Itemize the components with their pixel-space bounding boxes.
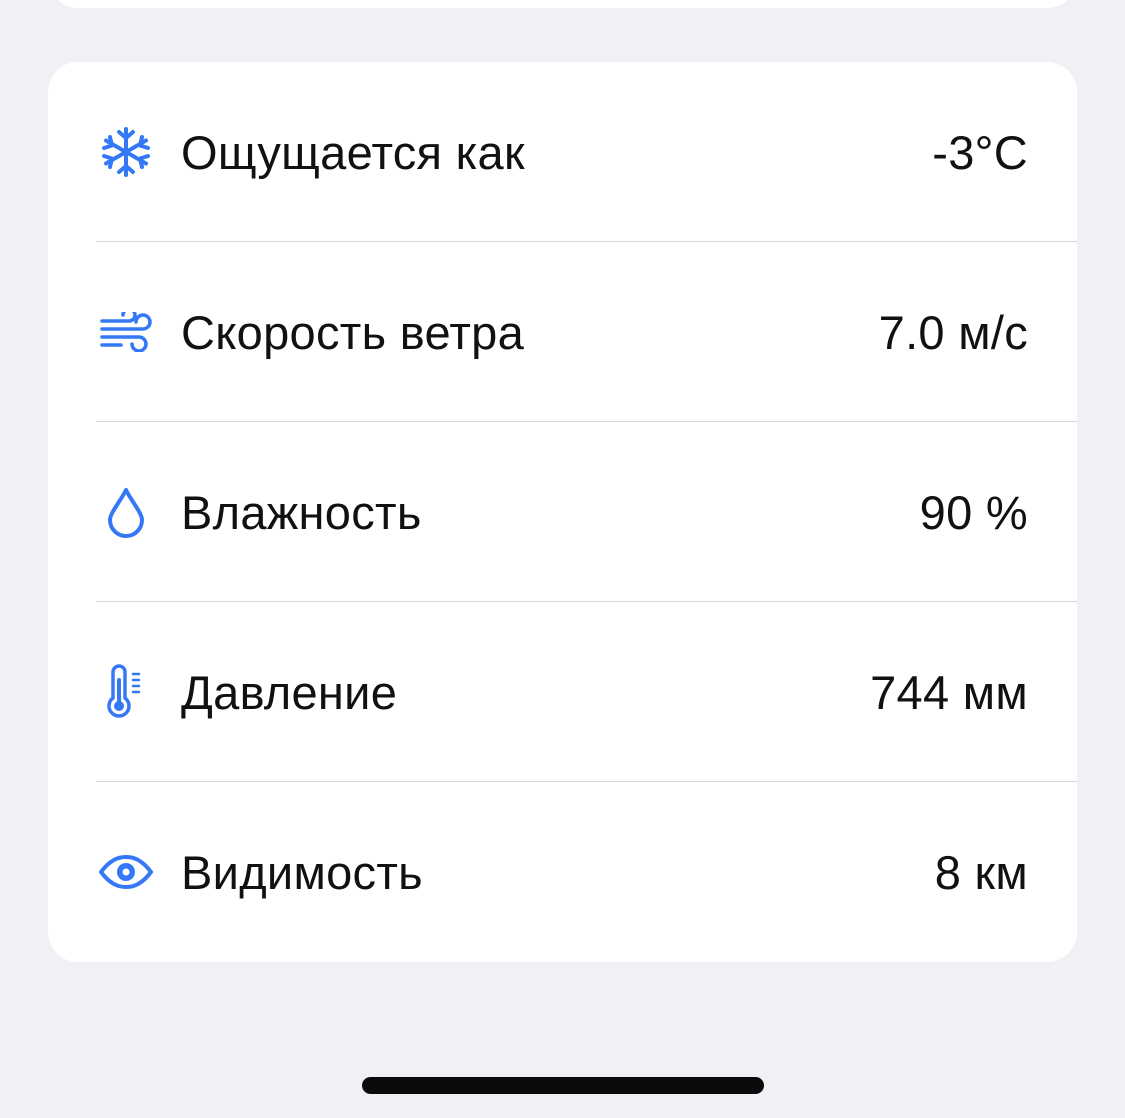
previous-card xyxy=(48,0,1077,8)
weather-details-card: Ощущается как -3°C Скорость ветра 7.0 м/… xyxy=(48,62,1077,962)
eye-icon xyxy=(98,844,154,900)
detail-row-pressure: Давление 744 мм xyxy=(48,602,1077,782)
detail-value: 90 % xyxy=(919,485,1028,539)
detail-label: Скорость ветра xyxy=(181,305,525,359)
weather-details-screen: Ощущается как -3°C Скорость ветра 7.0 м/… xyxy=(0,0,1125,1118)
detail-row-humidity: Влажность 90 % xyxy=(48,422,1077,602)
detail-value: 7.0 м/с xyxy=(878,305,1028,359)
detail-label: Ощущается как xyxy=(181,125,525,179)
home-indicator[interactable] xyxy=(362,1077,764,1094)
detail-value: -3°C xyxy=(932,125,1028,179)
detail-row-feels-like: Ощущается как -3°C xyxy=(48,62,1077,242)
thermometer-icon xyxy=(98,664,154,720)
droplet-icon xyxy=(98,484,154,540)
detail-value: 744 мм xyxy=(870,665,1028,719)
wind-icon xyxy=(98,304,154,360)
detail-label: Влажность xyxy=(181,485,422,539)
detail-value: 8 км xyxy=(934,845,1028,899)
detail-label: Давление xyxy=(181,665,398,719)
snowflake-icon xyxy=(98,124,154,180)
detail-row-visibility: Видимость 8 км xyxy=(48,782,1077,962)
detail-row-wind-speed: Скорость ветра 7.0 м/с xyxy=(48,242,1077,422)
detail-label: Видимость xyxy=(181,845,423,899)
